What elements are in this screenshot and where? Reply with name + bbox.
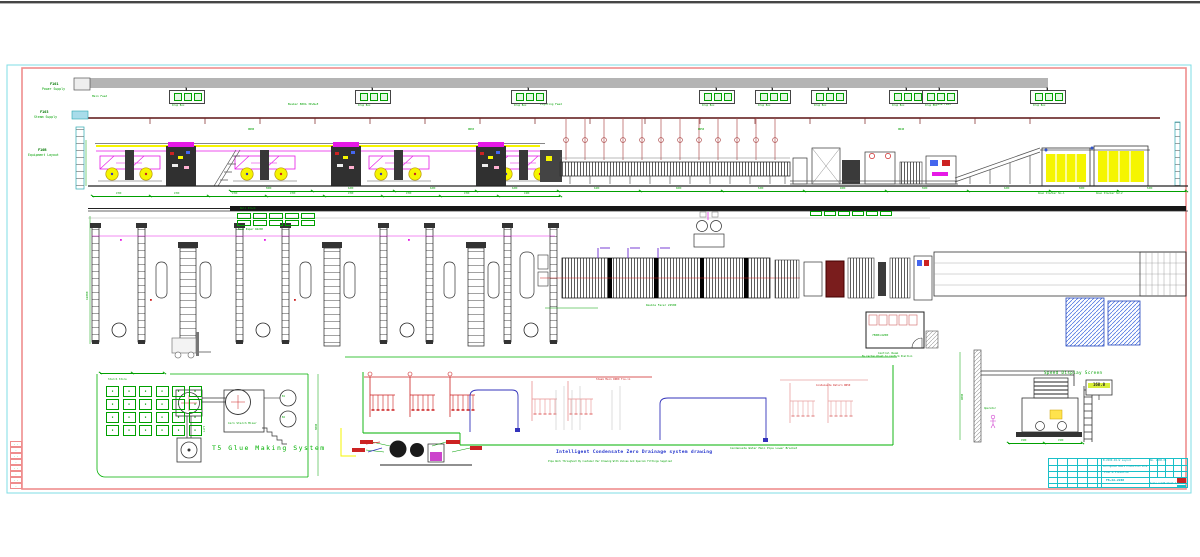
condensate-title: Intelligent Condensate Zero Drainage sys… <box>556 450 712 455</box>
plan-view <box>88 206 1188 358</box>
steam-supply-line <box>72 111 1160 124</box>
speed-display-detail <box>960 350 1112 442</box>
condensate-schematic <box>341 357 897 465</box>
title-block <box>1048 458 1188 488</box>
window-top-edge <box>0 1 1200 3</box>
speed-display-label: Speed Display Screen <box>1044 370 1102 375</box>
equipment-elevation <box>76 118 1188 189</box>
cad-canvas <box>0 0 1200 557</box>
cad-drawing-sheet: T5 Glue Making System Speed Display Scre… <box>0 0 1200 557</box>
glue-making-system <box>97 374 318 477</box>
glue-system-title: T5 Glue Making System <box>212 444 326 452</box>
power-busbar <box>74 78 1048 90</box>
